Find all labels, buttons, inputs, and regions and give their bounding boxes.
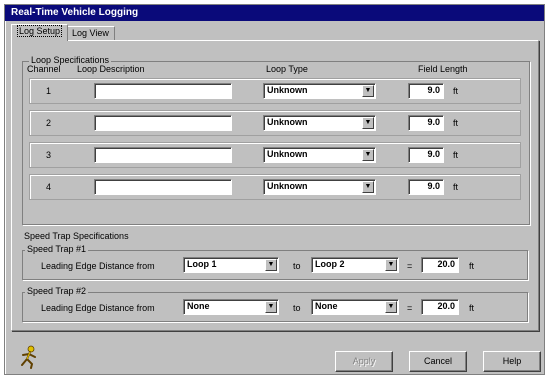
loop-row: 2 Unknown ▼ 9.0 ft xyxy=(29,110,521,136)
speed-trap-title: Speed Trap Specifications xyxy=(22,231,131,241)
loop-type-select[interactable]: Unknown ▼ xyxy=(263,147,376,163)
field-length-input[interactable]: 9.0 xyxy=(408,115,444,131)
loop-description-input[interactable] xyxy=(94,83,232,99)
channel-number: 4 xyxy=(46,182,52,192)
chevron-down-icon[interactable]: ▼ xyxy=(362,117,374,129)
header-channel: Channel xyxy=(27,64,61,74)
cancel-button[interactable]: Cancel xyxy=(409,351,467,372)
unit-label: ft xyxy=(453,150,459,160)
loop-type-select[interactable]: Unknown ▼ xyxy=(263,83,376,99)
chevron-down-icon[interactable]: ▼ xyxy=(385,259,397,271)
tab-log-view[interactable]: Log View xyxy=(66,26,115,41)
loop-description-input[interactable] xyxy=(94,179,232,195)
trap2-distance-input[interactable]: 20.0 xyxy=(421,299,459,315)
chevron-down-icon[interactable]: ▼ xyxy=(362,149,374,161)
trap2-from-select[interactable]: None ▼ xyxy=(183,299,279,315)
speed-trap-1-title: Speed Trap #1 xyxy=(25,244,89,254)
help-button[interactable]: Help xyxy=(483,351,541,372)
header-loop-type: Loop Type xyxy=(266,64,308,74)
field-length-input[interactable]: 9.0 xyxy=(408,147,444,163)
unit-label: ft xyxy=(453,86,459,96)
field-length-input[interactable]: 9.0 xyxy=(408,179,444,195)
running-person-icon xyxy=(21,345,36,369)
tab-log-setup[interactable]: Log Setup xyxy=(11,24,69,41)
to-label: to xyxy=(293,303,301,313)
equals-label: = xyxy=(407,261,413,271)
chevron-down-icon[interactable]: ▼ xyxy=(385,301,397,313)
trap1-from-select[interactable]: Loop 1 ▼ xyxy=(183,257,279,273)
speed-trap-2-title: Speed Trap #2 xyxy=(25,286,89,296)
loop-row: 4 Unknown ▼ 9.0 ft xyxy=(29,174,521,200)
chevron-down-icon[interactable]: ▼ xyxy=(265,259,277,271)
loop-type-select[interactable]: Unknown ▼ xyxy=(263,115,376,131)
loop-spec-group: Loop Specifications Channel Loop Descrip… xyxy=(22,55,530,225)
unit-label: ft xyxy=(469,261,475,271)
speed-trap-1-group: Speed Trap #1 Leading Edge Distance from… xyxy=(22,244,528,280)
loop-type-select[interactable]: Unknown ▼ xyxy=(263,179,376,195)
trap2-to-select[interactable]: None ▼ xyxy=(311,299,399,315)
equals-label: = xyxy=(407,303,413,313)
unit-label: ft xyxy=(453,182,459,192)
leading-edge-label: Leading Edge Distance from xyxy=(41,261,155,271)
channel-number: 3 xyxy=(46,150,52,160)
to-label: to xyxy=(293,261,301,271)
window-title: Real-Time Vehicle Logging xyxy=(5,5,544,21)
header-description: Loop Description xyxy=(77,64,145,74)
header-field-length: Field Length xyxy=(418,64,468,74)
chevron-down-icon[interactable]: ▼ xyxy=(265,301,277,313)
chevron-down-icon[interactable]: ▼ xyxy=(362,181,374,193)
app-window: Real-Time Vehicle Logging Log Setup Log … xyxy=(4,4,545,375)
trap1-to-select[interactable]: Loop 2 ▼ xyxy=(311,257,399,273)
channel-number: 2 xyxy=(46,118,52,128)
loop-row: 1 Unknown ▼ 9.0 ft xyxy=(29,78,521,104)
speed-trap-group: Speed Trap Specifications Speed Trap #1 … xyxy=(22,231,530,326)
unit-label: ft xyxy=(453,118,459,128)
loop-row: 3 Unknown ▼ 9.0 ft xyxy=(29,142,521,168)
loop-description-input[interactable] xyxy=(94,115,232,131)
loop-description-input[interactable] xyxy=(94,147,232,163)
log-setup-panel: Loop Specifications Channel Loop Descrip… xyxy=(11,40,539,331)
apply-button[interactable]: Apply xyxy=(335,351,393,372)
chevron-down-icon[interactable]: ▼ xyxy=(362,85,374,97)
field-length-input[interactable]: 9.0 xyxy=(408,83,444,99)
channel-number: 1 xyxy=(46,86,52,96)
trap1-distance-input[interactable]: 20.0 xyxy=(421,257,459,273)
unit-label: ft xyxy=(469,303,475,313)
speed-trap-2-group: Speed Trap #2 Leading Edge Distance from… xyxy=(22,286,528,322)
leading-edge-label: Leading Edge Distance from xyxy=(41,303,155,313)
